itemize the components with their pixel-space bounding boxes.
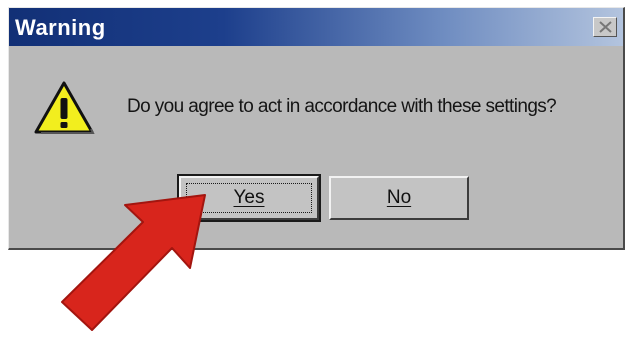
screenshot-stage: Warning Do you agree to act in accordanc… bbox=[0, 0, 629, 337]
red-arrow-icon bbox=[61, 194, 206, 331]
